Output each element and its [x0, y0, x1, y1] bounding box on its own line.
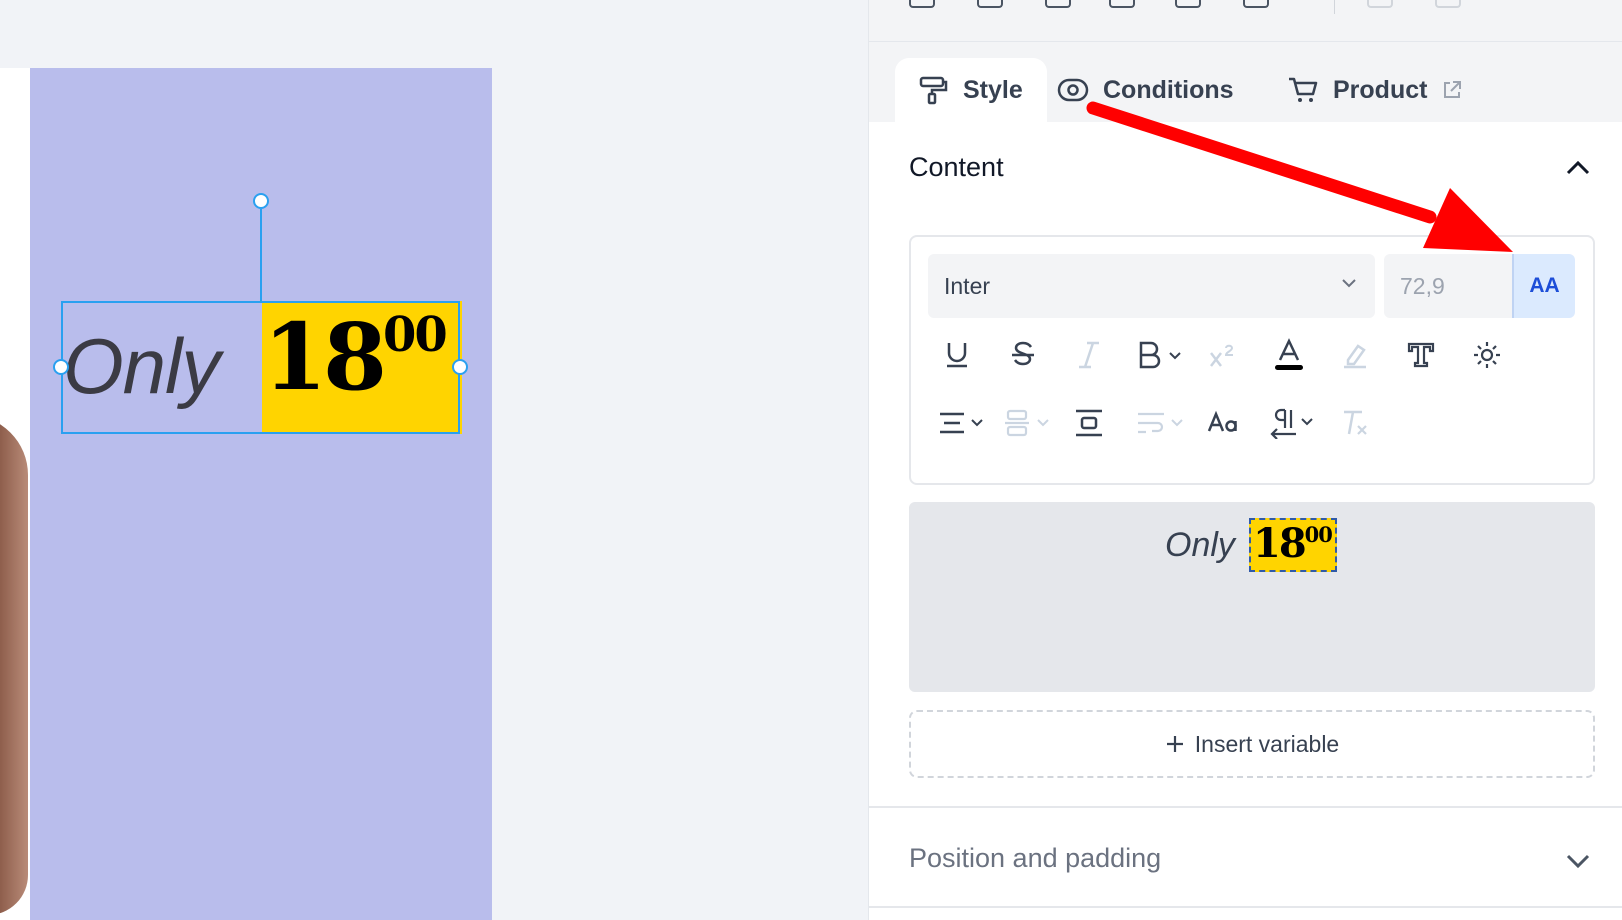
preview-only-label: Only — [1165, 526, 1235, 564]
center-content-icon[interactable] — [1067, 401, 1111, 445]
plus-icon — [1166, 736, 1183, 752]
auto-size-button[interactable]: AA — [1512, 254, 1575, 318]
insert-variable-button[interactable]: Insert variable — [909, 710, 1595, 778]
section-divider — [869, 806, 1622, 808]
tab-conditions[interactable]: Conditions — [1057, 58, 1234, 122]
align-top-icon[interactable] — [1109, 0, 1135, 8]
text-direction-icon[interactable] — [1267, 401, 1323, 445]
resize-handle-right[interactable] — [452, 359, 468, 375]
preview-price-main: 18 — [1253, 520, 1307, 567]
font-family-value: Inter — [944, 272, 991, 299]
text-wrap-icon[interactable] — [1133, 401, 1189, 445]
more-icon[interactable] — [1435, 0, 1461, 8]
canvas-area: Only 1800 — [0, 0, 868, 920]
rotate-handle[interactable] — [253, 193, 269, 209]
strikethrough-icon[interactable] — [1001, 333, 1045, 377]
tab-style[interactable]: Style — [895, 58, 1047, 122]
cart-icon — [1289, 77, 1318, 102]
align-right-icon[interactable] — [1045, 0, 1071, 8]
effects-icon[interactable] — [1465, 333, 1509, 377]
alignment-toolbar — [869, 0, 1622, 42]
properties-panel: Style Conditions Product Content Inter 7… — [868, 0, 1622, 920]
chevron-down-icon — [1342, 279, 1356, 288]
chevron-down-icon[interactable] — [1565, 853, 1591, 869]
tab-product-label: Product — [1333, 75, 1428, 104]
distribute-icon[interactable] — [1367, 0, 1393, 8]
text-color-icon[interactable] — [1267, 333, 1311, 377]
section-divider — [869, 906, 1622, 908]
toolbar-separator — [1334, 0, 1335, 14]
font-size-input[interactable]: 72,9 — [1384, 254, 1512, 318]
tab-bar: Style Conditions Product — [869, 42, 1622, 122]
content-section-title[interactable]: Content — [909, 152, 1004, 183]
paint-roller-icon — [919, 76, 948, 105]
italic-icon[interactable] — [1067, 333, 1111, 377]
align-middle-icon[interactable] — [1175, 0, 1201, 8]
rotation-line — [260, 209, 262, 301]
external-link-icon[interactable] — [1441, 79, 1463, 101]
preview-price[interactable]: 1800 — [1249, 518, 1337, 572]
text-align-icon[interactable] — [935, 401, 991, 445]
align-bottom-icon[interactable] — [1243, 0, 1269, 8]
tab-style-label: Style — [963, 75, 1023, 104]
bold-icon[interactable] — [1133, 333, 1189, 377]
text-case-icon[interactable] — [1201, 401, 1245, 445]
align-center-icon[interactable] — [977, 0, 1003, 8]
text-style-icon[interactable] — [1399, 333, 1443, 377]
underline-icon[interactable] — [935, 333, 979, 377]
vertical-align-icon[interactable] — [1001, 401, 1057, 445]
resize-handle-left[interactable] — [53, 359, 69, 375]
preview-price-cents: 00 — [1304, 522, 1333, 547]
eye-icon — [1057, 78, 1089, 102]
finger-photo — [0, 415, 28, 915]
text-editor-toolbar: Inter 72,9 AA — [909, 235, 1595, 485]
tab-conditions-label: Conditions — [1103, 75, 1234, 104]
superscript-icon[interactable] — [1201, 333, 1245, 377]
font-family-select[interactable]: Inter — [928, 254, 1375, 318]
align-left-icon[interactable] — [909, 0, 935, 8]
position-section-title[interactable]: Position and padding — [909, 843, 1161, 874]
text-preview[interactable]: Only 1800 — [909, 502, 1595, 692]
highlight-icon[interactable] — [1333, 333, 1377, 377]
selection-box[interactable] — [61, 301, 460, 434]
tab-product[interactable]: Product — [1287, 58, 1463, 122]
insert-variable-label: Insert variable — [1194, 730, 1340, 757]
clear-format-icon[interactable] — [1333, 401, 1377, 445]
chevron-up-icon[interactable] — [1565, 160, 1591, 176]
